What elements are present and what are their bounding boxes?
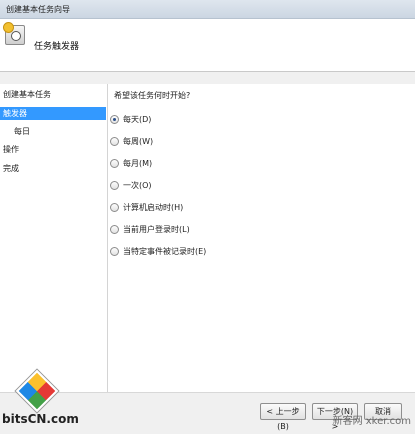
task-scheduler-icon	[3, 22, 25, 45]
option-on-event-label: 当特定事件被记录时(E)	[123, 246, 207, 256]
option-once-label: 一次(O)	[123, 180, 152, 190]
bitscn-logo-icon	[15, 369, 59, 413]
radio-on-logon[interactable]	[110, 224, 119, 234]
nav-item-trigger[interactable]: 触发器	[0, 107, 106, 120]
watermark-text: 新客网 xker.com	[332, 416, 411, 427]
option-once[interactable]: 一次(O)	[110, 179, 152, 191]
nav-item-finish[interactable]: 完成	[0, 162, 106, 175]
back-button[interactable]: < 上一步(B)	[260, 403, 306, 431]
option-on-logon[interactable]: 当前用户登录时(L)	[110, 223, 190, 235]
title-bar: 创建基本任务向导	[0, 0, 415, 19]
radio-daily[interactable]	[110, 114, 119, 124]
radio-on-event[interactable]	[110, 246, 119, 256]
radio-monthly[interactable]	[110, 158, 119, 168]
option-monthly-label: 每月(M)	[123, 158, 153, 168]
option-weekly[interactable]: 每周(W)	[110, 135, 153, 147]
trigger-content: 希望该任务何时开始? 每天(D) 每周(W) 每月(M) 一次(O) 计算机启动…	[108, 84, 415, 404]
bitscn-logo-text: bitsCN.com	[2, 412, 79, 426]
radio-once[interactable]	[110, 180, 119, 190]
option-on-event[interactable]: 当特定事件被记录时(E)	[110, 245, 206, 257]
option-daily-label: 每天(D)	[123, 114, 152, 124]
bitscn-logo: bitsCN.com	[0, 369, 120, 432]
nav-item-create-basic-task[interactable]: 创建基本任务	[0, 88, 106, 101]
option-weekly-label: 每周(W)	[123, 136, 154, 146]
nav-item-daily[interactable]: 每日	[0, 125, 106, 138]
page-title: 任务触发器	[34, 42, 80, 52]
window-title: 创建基本任务向导	[6, 5, 70, 14]
wizard-header: 任务触发器	[0, 19, 415, 72]
option-on-logon-label: 当前用户登录时(L)	[123, 224, 190, 234]
option-on-startup[interactable]: 计算机启动时(H)	[110, 201, 183, 213]
radio-weekly[interactable]	[110, 136, 119, 146]
option-daily[interactable]: 每天(D)	[110, 113, 151, 125]
question-label: 希望该任务何时开始?	[114, 91, 191, 100]
nav-item-action[interactable]: 操作	[0, 143, 106, 156]
option-monthly[interactable]: 每月(M)	[110, 157, 152, 169]
radio-on-startup[interactable]	[110, 202, 119, 212]
wizard-steps-pane: 创建基本任务 触发器 每日 操作 完成	[0, 84, 108, 404]
option-on-startup-label: 计算机启动时(H)	[123, 202, 184, 212]
